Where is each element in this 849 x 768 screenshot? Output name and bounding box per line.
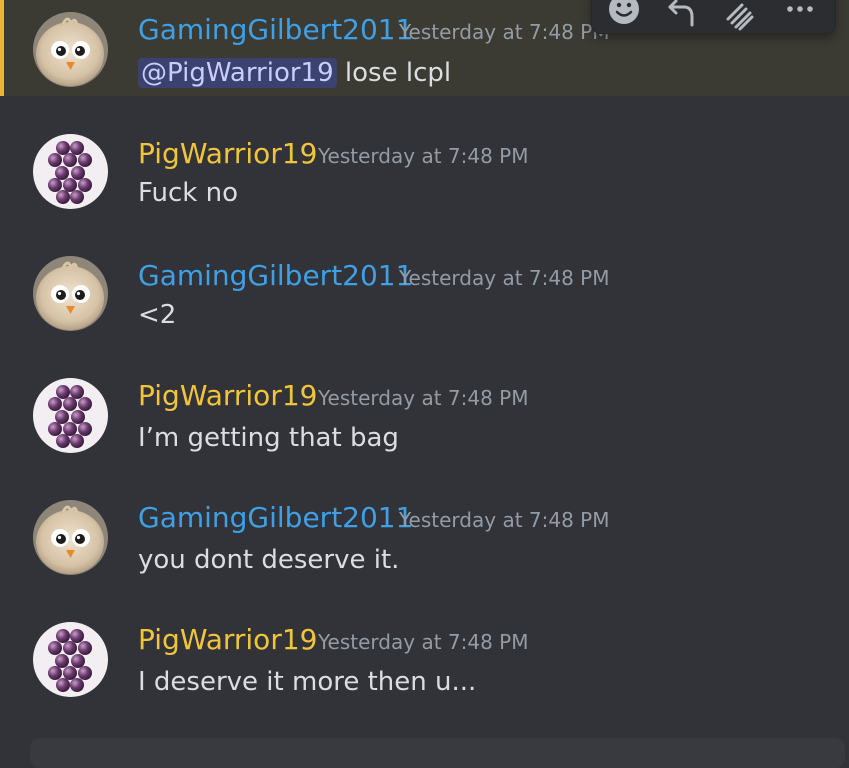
- username[interactable]: GamingGilbert2011: [138, 500, 413, 536]
- timestamp: Yesterday at 7:48 PM: [399, 508, 610, 532]
- username[interactable]: PigWarrior19: [138, 136, 317, 172]
- username[interactable]: PigWarrior19: [138, 378, 317, 414]
- username[interactable]: GamingGilbert2011: [138, 258, 413, 294]
- username[interactable]: PigWarrior19: [138, 622, 317, 658]
- message-text: lose lcpl: [336, 58, 452, 88]
- angry-birds-chick-avatar: [33, 500, 108, 575]
- avatar[interactable]: [33, 622, 108, 697]
- message-text: Fuck no: [138, 178, 239, 208]
- message-input[interactable]: [30, 738, 845, 768]
- chat-message[interactable]: PigWarrior19 Yesterday at 7:48 PM I’m ge…: [0, 364, 849, 460]
- avatar[interactable]: [33, 500, 108, 575]
- chat-message-list: GamingGilbert2011 Yesterday at 7:48 PM @…: [0, 0, 849, 768]
- message-text: <2: [138, 300, 177, 330]
- reply-icon[interactable]: [654, 0, 710, 33]
- avatar[interactable]: [33, 256, 108, 331]
- message-actions-toolbar: [591, 0, 836, 34]
- timestamp: Yesterday at 7:48 PM: [399, 266, 610, 290]
- add-reaction-icon[interactable]: [596, 0, 652, 33]
- chat-message[interactable]: GamingGilbert2011 Yesterday at 7:48 PM y…: [0, 486, 849, 582]
- timestamp: Yesterday at 7:48 PM: [399, 20, 610, 44]
- user-mention[interactable]: @PigWarrior19: [138, 58, 337, 88]
- purple-grapes-avatar: [33, 378, 108, 453]
- timestamp: Yesterday at 7:48 PM: [318, 630, 529, 654]
- angry-birds-chick-avatar: [33, 12, 108, 87]
- timestamp: Yesterday at 7:48 PM: [318, 144, 529, 168]
- timestamp: Yesterday at 7:48 PM: [318, 386, 529, 410]
- more-icon[interactable]: [772, 0, 828, 33]
- chat-message[interactable]: PigWarrior19 Yesterday at 7:48 PM I dese…: [0, 608, 849, 704]
- message-content: @PigWarrior19 lose lcpl: [138, 55, 451, 91]
- forward-icon[interactable]: [712, 0, 768, 33]
- message-text: I’m getting that bag: [138, 423, 399, 453]
- purple-grapes-avatar: [33, 622, 108, 697]
- username[interactable]: GamingGilbert2011: [138, 12, 413, 48]
- angry-birds-chick-avatar: [33, 256, 108, 331]
- purple-grapes-avatar: [33, 134, 108, 209]
- chat-message[interactable]: PigWarrior19 Yesterday at 7:48 PM Fuck n…: [0, 120, 849, 216]
- message-text: I deserve it more then u...: [138, 667, 477, 697]
- avatar[interactable]: [33, 378, 108, 453]
- message-text: you dont deserve it.: [138, 545, 400, 575]
- avatar[interactable]: [33, 134, 108, 209]
- avatar[interactable]: [33, 12, 108, 87]
- chat-message[interactable]: GamingGilbert2011 Yesterday at 7:48 PM <…: [0, 242, 849, 338]
